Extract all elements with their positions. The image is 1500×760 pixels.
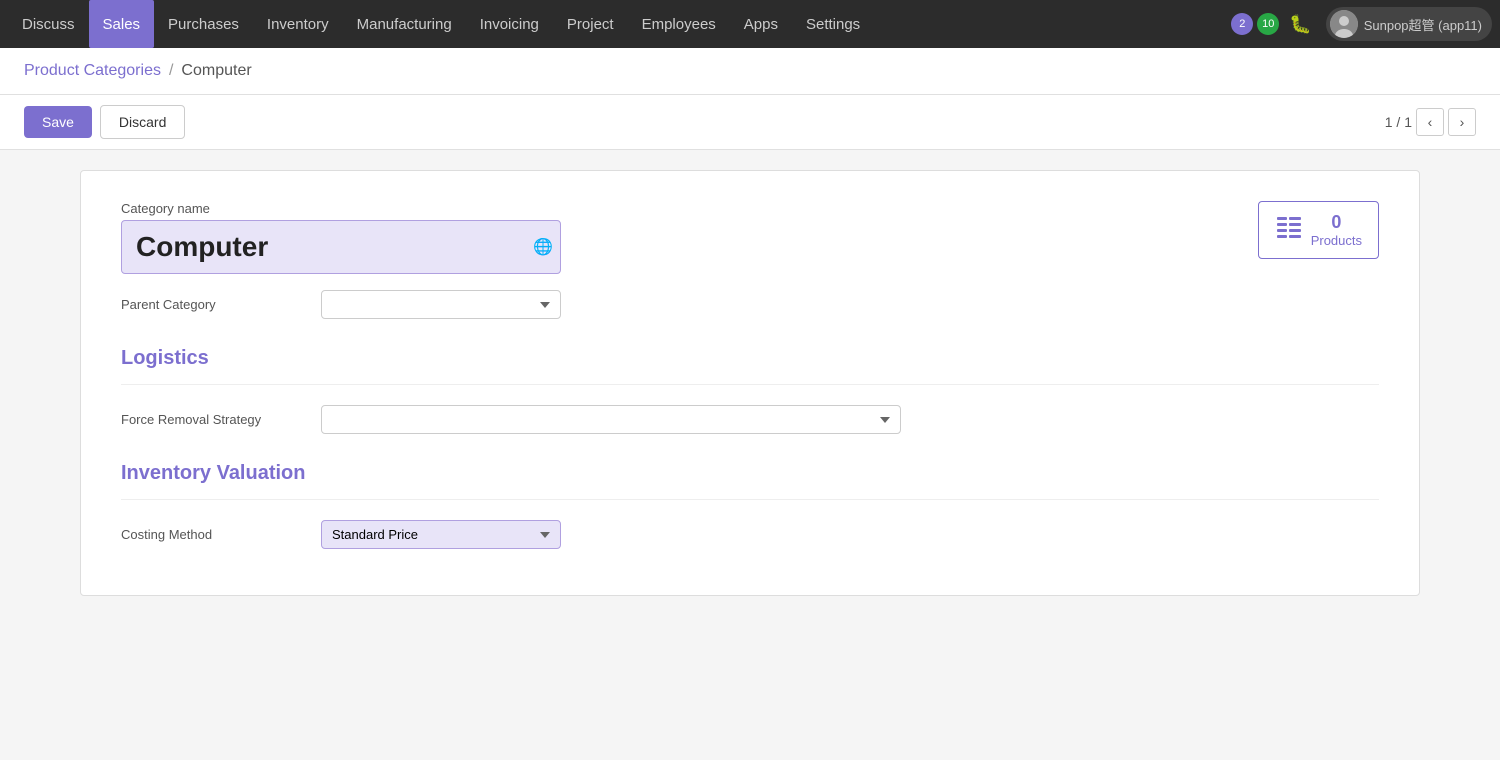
discard-button[interactable]: Discard [100, 105, 185, 139]
nav-manufacturing[interactable]: Manufacturing [343, 0, 466, 48]
category-name-input[interactable] [121, 220, 561, 274]
nav-purchases[interactable]: Purchases [154, 0, 253, 48]
nav-discuss[interactable]: Discuss [8, 0, 89, 48]
nav-project[interactable]: Project [553, 0, 628, 48]
parent-category-select[interactable] [321, 290, 561, 319]
parent-category-label: Parent Category [121, 297, 321, 312]
chat-badge[interactable]: 2 [1231, 13, 1253, 35]
avatar [1330, 10, 1358, 38]
nav-right-area: 2 10 🐛 Sunpop超管 (app11) [1231, 7, 1492, 41]
logistics-section-title: Logistics [121, 347, 1379, 370]
top-navigation: Discuss Sales Purchases Inventory Manufa… [0, 0, 1500, 48]
bug-icon[interactable]: 🐛 [1283, 14, 1317, 35]
save-button[interactable]: Save [24, 106, 92, 138]
form-toolbar: Save Discard 1 / 1 ‹ › [0, 95, 1500, 150]
force-removal-select[interactable]: First In First Out (FIFO) Last In First … [321, 405, 901, 434]
activity-badge[interactable]: 10 [1257, 13, 1279, 35]
nav-apps[interactable]: Apps [730, 0, 792, 48]
costing-method-label: Costing Method [121, 527, 321, 542]
products-count: 0 [1311, 212, 1362, 233]
breadcrumb-current: Computer [181, 62, 251, 80]
nav-employees[interactable]: Employees [628, 0, 730, 48]
products-smart-button[interactable]: 0 Products [1258, 201, 1379, 259]
nav-sales[interactable]: Sales [89, 0, 155, 48]
form-card: 0 Products Category name 🌐 Parent Catego… [80, 170, 1420, 596]
category-name-group: Category name 🌐 [121, 201, 1379, 274]
pager-next[interactable]: › [1448, 108, 1476, 136]
nav-invoicing[interactable]: Invoicing [466, 0, 553, 48]
force-removal-label: Force Removal Strategy [121, 412, 321, 427]
costing-method-select[interactable]: Standard Price Average Cost (AVCO) First… [321, 520, 561, 549]
translate-icon: 🌐 [533, 237, 553, 257]
user-label: Sunpop超管 (app11) [1364, 15, 1482, 34]
breadcrumb: Product Categories / Computer [0, 48, 1500, 95]
user-menu[interactable]: Sunpop超管 (app11) [1326, 7, 1492, 41]
pager-text: 1 / 1 [1385, 114, 1412, 130]
pager: 1 / 1 ‹ › [1385, 108, 1476, 136]
nav-settings[interactable]: Settings [792, 0, 874, 48]
pager-prev[interactable]: ‹ [1416, 108, 1444, 136]
smart-buttons-area: 0 Products [1258, 201, 1379, 259]
category-name-label: Category name [121, 201, 1379, 216]
main-content: 0 Products Category name 🌐 Parent Catego… [0, 150, 1500, 760]
smart-btn-text: 0 Products [1311, 212, 1362, 248]
products-label: Products [1311, 233, 1362, 248]
nav-inventory[interactable]: Inventory [253, 0, 343, 48]
breadcrumb-parent[interactable]: Product Categories [24, 62, 161, 80]
products-list-icon [1275, 213, 1303, 247]
parent-category-row: Parent Category [121, 290, 1379, 319]
breadcrumb-separator: / [169, 62, 173, 80]
inventory-valuation-section-title: Inventory Valuation [121, 462, 1379, 485]
logistics-divider [121, 384, 1379, 385]
force-removal-row: Force Removal Strategy First In First Ou… [121, 405, 1379, 434]
costing-method-row: Costing Method Standard Price Average Co… [121, 520, 1379, 549]
inventory-valuation-divider [121, 499, 1379, 500]
